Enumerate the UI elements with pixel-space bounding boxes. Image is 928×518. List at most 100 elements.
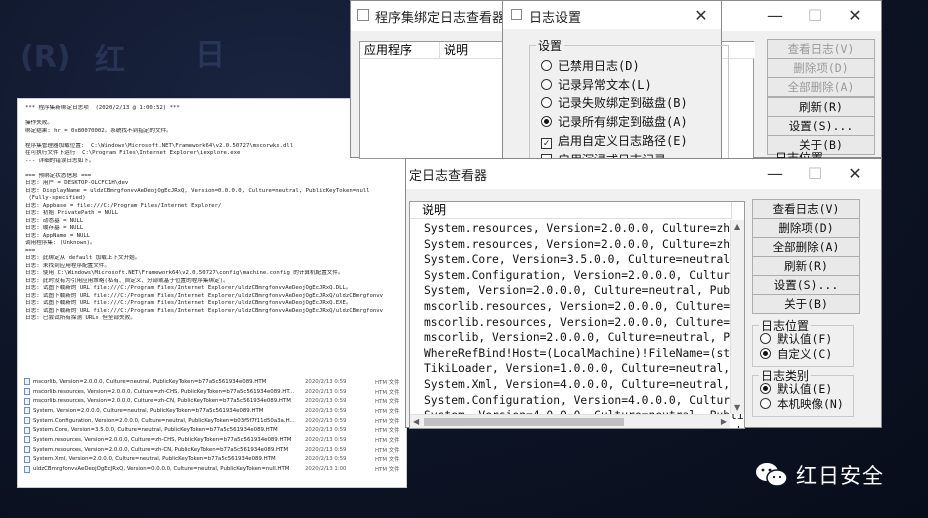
- log-mode-radio-option[interactable]: 已禁用日志(D): [541, 57, 640, 74]
- radio-button-icon[interactable]: [760, 347, 771, 359]
- log-location-radio[interactable]: 自定义(C): [760, 346, 832, 362]
- log-entry-row[interactable]: System.resources, Version=2.0.0.0, Cultu…: [424, 222, 744, 235]
- htm-file-icon: [24, 407, 30, 415]
- assembly-binding-log-viewer-window-front: 定日志查看器 — ☐ ✕ 说明 System.resources, Versio…: [405, 158, 882, 429]
- radio-button-icon[interactable]: [760, 333, 771, 344]
- log-entry-row[interactable]: System, Version=2.0.0.0, Culture=neutral…: [424, 284, 744, 297]
- minimize-icon[interactable]: —: [755, 159, 795, 189]
- log-list[interactable]: 说明 System.resources, Version=2.0.0.0, Cu…: [409, 201, 745, 429]
- settings-button[interactable]: 设置(S)...: [767, 115, 875, 136]
- file-name: mscorlib, Version=2.0.0.0, Culture=neutr…: [33, 378, 267, 385]
- log-line: 绑定结果: hr = 0x80070002。系统找不到指定的文件。: [25, 127, 172, 134]
- radio-button-icon[interactable]: [760, 383, 771, 394]
- close-icon[interactable]: ✕: [835, 1, 875, 31]
- file-row[interactable]: System.resources, Version=2.0.0.0, Cultu…: [24, 435, 406, 445]
- file-date: 2020/2/13 0:59: [305, 417, 347, 424]
- file-row[interactable]: System.resources, Version=2.0.0.0, Cultu…: [24, 445, 406, 455]
- delete-all-button[interactable]: 全部删除(A): [752, 237, 860, 257]
- close-icon[interactable]: ✕: [681, 1, 721, 31]
- file-date: 2020/2/13 0:59: [305, 378, 347, 385]
- maximize-icon[interactable]: ☐: [795, 159, 835, 189]
- view-log-button[interactable]: 查看日志(V): [752, 199, 860, 219]
- view-log-button[interactable]: 查看日志(V): [767, 39, 875, 59]
- horizontal-scrollbar[interactable]: ◀ ▶: [410, 414, 730, 428]
- log-line: 调用程序集: (Unknown)。: [25, 240, 96, 246]
- htm-file-icon: [24, 446, 30, 454]
- file-row[interactable]: System.Xml, Version=2.0.0.0, Culture=neu…: [24, 455, 406, 465]
- horizontal-scroll-thumb[interactable]: [424, 418, 624, 426]
- file-row[interactable]: mscorlib.resources, Version=2.0.0.0, Cul…: [24, 396, 406, 406]
- refresh-button[interactable]: 刷新(R): [767, 96, 875, 117]
- option-label: 启用自定义日志路径(E): [558, 133, 688, 148]
- scroll-left-arrow-icon[interactable]: ◀: [413, 417, 419, 426]
- log-mode-radio-option[interactable]: 记录失败绑定到磁盘(B): [541, 94, 688, 111]
- file-row[interactable]: mscorlib.resources, Version=2.0.0.0, Cul…: [24, 387, 406, 397]
- background-glyph: 红: [95, 43, 125, 78]
- option-label: 本机映像(N): [777, 396, 844, 411]
- file-row[interactable]: System.Core, Version=3.5.0.0, Culture=ne…: [24, 425, 406, 435]
- file-date: 2020/2/13 0:59: [305, 456, 347, 463]
- radio-button-icon[interactable]: [541, 60, 552, 71]
- settings-button[interactable]: 设置(S)...: [752, 275, 860, 295]
- file-row[interactable]: uldzCBmrgfonvvAeDeojOgEcJRxQ, Version=0.…: [24, 464, 406, 474]
- log-entry-row[interactable]: mscorlib.resources, Version=2.0.0.0, Cul…: [424, 300, 744, 313]
- option-label: 记录所有绑定到磁盘(A): [558, 115, 688, 130]
- option-label: 自定义(C): [777, 346, 833, 361]
- log-entry-row[interactable]: WhereRefBind!Host=(LocalMachine)!FileNam…: [424, 347, 744, 360]
- vertical-scrollbar[interactable]: ▲ ▼: [730, 220, 744, 414]
- refresh-button[interactable]: 刷新(R): [752, 256, 860, 276]
- log-entry-row[interactable]: System.Configuration, Version=2.0.0.0, C…: [424, 269, 744, 282]
- delete-entry-button[interactable]: 删除项(D): [752, 218, 860, 238]
- log-mode-radio-option[interactable]: 记录异常文本(L): [541, 76, 652, 93]
- log-category-radio[interactable]: 本机映像(N): [760, 396, 844, 412]
- close-icon[interactable]: ✕: [835, 159, 875, 189]
- log-line: === 预绑定状态信息 ===: [25, 172, 92, 179]
- delete-entry-button[interactable]: 删除项(D): [767, 58, 875, 79]
- checkbox-icon[interactable]: ✓: [541, 137, 552, 149]
- scroll-up-arrow-icon[interactable]: ▲: [734, 222, 740, 231]
- delete-all-button[interactable]: 全部删除(A): [767, 77, 875, 98]
- file-date: 2020/2/13 0:59: [305, 398, 347, 405]
- radio-button-icon[interactable]: [541, 97, 552, 109]
- log-mode-radio-option[interactable]: 记录所有绑定到磁盘(A): [541, 113, 688, 130]
- log-entry-row[interactable]: System.Core, Version=3.5.0.0, Culture=ne…: [424, 253, 744, 266]
- htm-file-icon: [24, 465, 30, 473]
- app-icon: [357, 9, 369, 21]
- maximize-icon[interactable]: ☐: [795, 1, 835, 31]
- log-line: 日志: 试图下载新的 URL file:///C:/Program Files/…: [25, 285, 352, 291]
- file-date: 2020/2/13 0:59: [305, 446, 347, 453]
- title-bar: 日志设置 ✕: [503, 1, 721, 29]
- watermark-text: 红日安全: [796, 464, 884, 488]
- radio-button-icon[interactable]: [541, 116, 552, 128]
- file-row[interactable]: System, Version=2.0.0.0, Culture=neutral…: [24, 406, 406, 416]
- radio-button-icon[interactable]: [541, 78, 552, 90]
- minimize-icon[interactable]: —: [755, 1, 795, 31]
- file-type: HTM 文件: [375, 457, 400, 464]
- radio-button-icon[interactable]: [760, 397, 771, 409]
- column-header-application[interactable]: 应用程序: [360, 42, 440, 59]
- file-name: mscorlib.resources, Version=2.0.0.0, Cul…: [33, 398, 291, 405]
- log-line: 日志: DisplayName = uldzCBmrgfonvvAeDeojOg…: [25, 187, 370, 194]
- log-line: 日志: AppName = NULL: [25, 232, 91, 239]
- about-button[interactable]: 关于(B): [752, 294, 860, 314]
- log-entry-row[interactable]: mscorlib, Version=2.0.0.0, Culture=neutr…: [424, 331, 744, 344]
- log-entry-row[interactable]: System.Configuration, Version=4.0.0.0, C…: [424, 394, 744, 407]
- scroll-right-arrow-icon[interactable]: ▶: [721, 417, 727, 426]
- htm-file-icon: [24, 455, 30, 463]
- log-file-list: mscorlib, Version=2.0.0.0, Culture=neutr…: [24, 377, 406, 474]
- column-header-description[interactable]: 说明: [410, 202, 732, 219]
- scroll-down-arrow-icon[interactable]: ▼: [734, 403, 740, 412]
- log-entry-row[interactable]: System.resources, Version=2.0.0.0, Cultu…: [424, 238, 744, 251]
- background-glyph: 日: [195, 38, 225, 73]
- wechat-watermark: 红日安全: [754, 460, 884, 490]
- file-type: HTM 文件: [375, 437, 400, 444]
- log-entry-row[interactable]: mscorlib.resources, Version=2.0.0.0, Cul…: [424, 316, 744, 329]
- file-row[interactable]: System.Configuration, Version=2.0.0.0, C…: [24, 416, 406, 426]
- log-path-checkbox-option[interactable]: ✓ 启用自定义日志路径(E): [541, 132, 688, 149]
- log-entry-row[interactable]: System.Xml, Version=4.0.0.0, Culture=neu…: [424, 378, 744, 391]
- file-row[interactable]: mscorlib, Version=2.0.0.0, Culture=neutr…: [24, 377, 406, 387]
- log-entry-row[interactable]: TikiLoader, Version=1.0.0.0, Culture=neu…: [424, 362, 744, 375]
- log-line: 日志: 已尝试所有探测 URLs 但全部失败。: [25, 315, 136, 321]
